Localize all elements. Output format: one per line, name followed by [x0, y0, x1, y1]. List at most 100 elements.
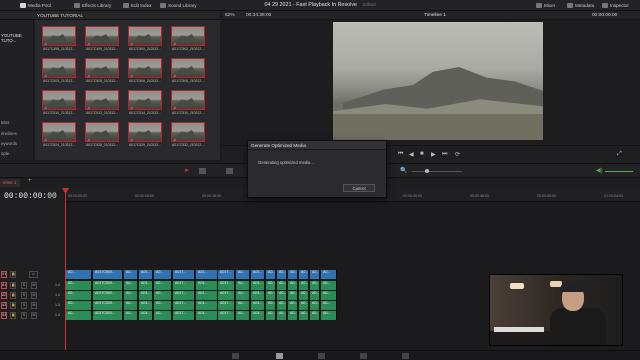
audio-clip[interactable]: A0...	[66, 311, 92, 320]
audio-clip[interactable]: A01...	[196, 301, 218, 310]
audio-clip[interactable]: A01...	[196, 291, 218, 300]
trim-tool-icon[interactable]	[199, 168, 206, 174]
audio-clip[interactable]: A0...	[154, 291, 172, 300]
clip-thumbnail[interactable]: ♫ A017C514_210312...	[125, 88, 165, 118]
zoom-icon[interactable]: 🔍	[400, 167, 407, 174]
metadata-tab[interactable]: Metadata	[567, 2, 594, 9]
audio-clip[interactable]: A0...	[288, 311, 298, 320]
audio-clip[interactable]: A0...	[66, 281, 92, 290]
smart-bin-people[interactable]: ople	[1, 151, 9, 156]
audio-clip[interactable]: A0...	[277, 301, 287, 310]
audio-clip[interactable]: A0...	[124, 301, 138, 310]
audio-clip[interactable]: A0...	[310, 281, 320, 290]
audio-clip[interactable]: A0...	[236, 301, 250, 310]
fullscreen-icon[interactable]: ⤢	[617, 151, 622, 158]
audio-clip[interactable]: A01...	[251, 281, 265, 290]
loop-icon[interactable]: ⟳	[455, 151, 460, 158]
audio-clip[interactable]: A01...	[139, 301, 153, 310]
audio-clip[interactable]: A0...	[277, 311, 287, 320]
audio-clip[interactable]: A0...	[154, 281, 172, 290]
audio-clip[interactable]: A0...	[321, 311, 337, 320]
mute-button[interactable]: M	[31, 312, 37, 319]
solo-button[interactable]: S	[21, 282, 27, 289]
video-clip[interactable]: A0...	[288, 270, 298, 279]
video-clip[interactable]: A01...	[196, 270, 218, 279]
clip-thumbnail[interactable]: ♫ A017C516_210312...	[168, 88, 208, 118]
clip-thumbnail[interactable]: ♫ A017C502_210312...	[168, 24, 208, 54]
audio-clip[interactable]: A0...	[288, 291, 298, 300]
audio-clip[interactable]: A017...	[173, 281, 195, 290]
volume-icon[interactable]: ◀)	[596, 167, 603, 174]
audio-clip[interactable]: A0...	[124, 291, 138, 300]
audio-clip[interactable]: A017C500...	[93, 281, 123, 290]
blade-tool-icon[interactable]	[226, 168, 233, 174]
timeline-tab[interactable]: eline 1	[0, 179, 20, 187]
track-label[interactable]: A2	[1, 292, 7, 299]
video-clip[interactable]: A0...	[124, 270, 138, 279]
play-icon[interactable]: ▶	[431, 151, 436, 158]
lock-track-icon[interactable]: 🔒	[10, 302, 16, 309]
audio-clip[interactable]: A017...	[218, 311, 235, 320]
clip-thumbnail[interactable]: ♫ A017C529_210312...	[125, 120, 165, 150]
audio-clip[interactable]: A0...	[266, 281, 276, 290]
audio-clip[interactable]: A01...	[139, 281, 153, 290]
fairlight-page-icon[interactable]	[402, 353, 409, 359]
clip-thumbnail[interactable]: ♫ A017C508_210312...	[168, 56, 208, 86]
lock-track-icon[interactable]: 🔒	[10, 312, 16, 319]
audio-clip[interactable]: A0...	[124, 311, 138, 320]
audio-clip[interactable]: A01...	[251, 291, 265, 300]
clip-thumbnail[interactable]: ♫ A017C524_210312...	[39, 120, 79, 150]
color-page-icon[interactable]	[360, 353, 367, 359]
solo-button[interactable]: S	[21, 292, 27, 299]
audio-clip[interactable]: A0...	[321, 301, 337, 310]
audio-clip[interactable]: A0...	[236, 281, 250, 290]
audio-clip[interactable]: A0...	[299, 301, 309, 310]
audio-clip[interactable]: A0...	[310, 301, 320, 310]
audio-clip[interactable]: A0...	[124, 281, 138, 290]
audio-clip[interactable]: A0...	[266, 291, 276, 300]
audio-clip[interactable]: A0...	[299, 311, 309, 320]
video-clip[interactable]: A0...	[321, 270, 337, 279]
sound-library-tab[interactable]: Sound Library	[160, 2, 197, 9]
audio-clip[interactable]: A0...	[154, 301, 172, 310]
timeline-selector[interactable]: Timeline 1	[424, 13, 446, 18]
lock-track-icon[interactable]: 🔒	[10, 292, 16, 299]
audio-clip[interactable]: A01...	[139, 291, 153, 300]
mute-button[interactable]: M	[31, 292, 37, 299]
audio-clip[interactable]: A0...	[154, 311, 172, 320]
audio-clip[interactable]: A0...	[310, 291, 320, 300]
edit-page-icon[interactable]	[276, 353, 283, 359]
selection-tool-icon[interactable]: ➤	[184, 167, 189, 174]
prev-frame-icon[interactable]: ⏮	[398, 151, 403, 158]
add-timeline-icon[interactable]: +	[28, 178, 32, 184]
clip-thumbnail[interactable]: ♫ A017C505_210312...	[82, 56, 122, 86]
audio-clip[interactable]: A0...	[288, 281, 298, 290]
audio-clip[interactable]: A017...	[173, 301, 195, 310]
mixer-tab[interactable]: Mixer	[536, 2, 555, 9]
clip-thumbnail[interactable]: ♫ A017C498_210312...	[39, 24, 79, 54]
inspector-tab[interactable]: Inspector	[602, 2, 629, 9]
reverse-play-icon[interactable]: ◀	[409, 151, 414, 158]
audio-clip[interactable]: A017C500...	[93, 291, 123, 300]
audio-clip[interactable]: A017...	[218, 301, 235, 310]
video-clip[interactable]: A017...	[218, 270, 235, 279]
clip-thumbnail[interactable]: ♫ A017C506_210312...	[125, 56, 165, 86]
audio-clip[interactable]: A0...	[288, 301, 298, 310]
playhead[interactable]	[65, 188, 66, 360]
audio-clip[interactable]: A017...	[173, 291, 195, 300]
track-label[interactable]: V1	[1, 271, 7, 278]
audio-clip[interactable]: A0...	[236, 291, 250, 300]
video-track-icon[interactable]: ▭	[29, 271, 38, 278]
track-label[interactable]: A4	[1, 312, 7, 319]
zoom-level[interactable]: 62%	[225, 13, 235, 18]
video-clip[interactable]: A017...	[173, 270, 195, 279]
audio-clip[interactable]: A0...	[66, 301, 92, 310]
clip-thumbnail[interactable]: ♫ A017C528_210312...	[82, 120, 122, 150]
clip-thumbnail[interactable]: ♫ A017C503_210312...	[39, 56, 79, 86]
audio-clip[interactable]: A0...	[277, 291, 287, 300]
clip-thumbnail[interactable]: ♫ A017C500_210312...	[125, 24, 165, 54]
track-label[interactable]: A3	[1, 302, 7, 309]
zoom-slider[interactable]	[412, 171, 462, 172]
solo-button[interactable]: S	[21, 302, 27, 309]
audio-clip[interactable]: A0...	[321, 281, 337, 290]
